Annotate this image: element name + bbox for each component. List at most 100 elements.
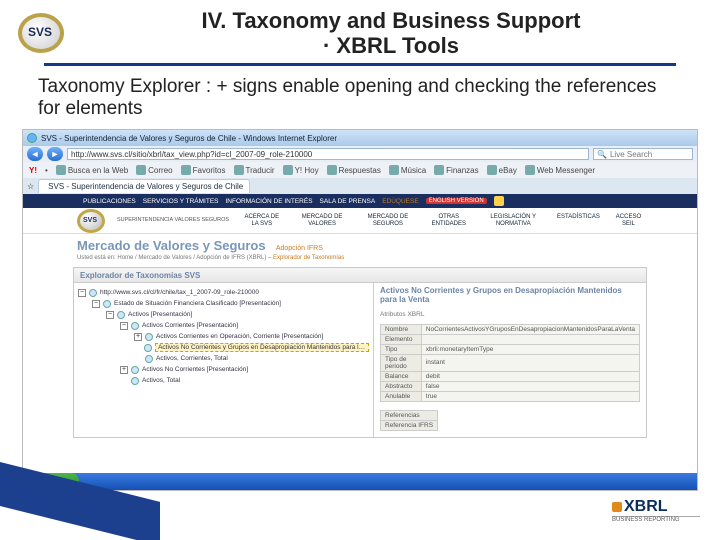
menu-item[interactable]: LEGISLACIÓN Y NORMATIVA <box>483 214 543 227</box>
toolbar-item-finance[interactable]: Finanzas <box>434 165 478 175</box>
expand-icon[interactable]: + <box>120 366 128 374</box>
toolbar-label: Favoritos <box>193 166 226 175</box>
topnav-item[interactable]: SALA DE PRENSA <box>320 198 376 205</box>
title-line1: IV. Taxonomy and Business Support <box>202 8 581 33</box>
tree-node[interactable]: Activos, Total <box>78 375 369 386</box>
english-version-button[interactable]: ENGLISH VERSION <box>426 198 487 204</box>
collapse-icon[interactable]: − <box>120 322 128 330</box>
toolbar-item-answers[interactable]: Respuestas <box>327 165 381 175</box>
toolbar-label: Y! Hoy <box>295 166 319 175</box>
tree-node[interactable]: −http://www.svs.cl/cl/fr/chile/tax_1_200… <box>78 287 369 298</box>
svs-logo <box>14 12 68 54</box>
url-text: http://www.svs.cl/sitio/xbrl/tax_view.ph… <box>71 150 312 159</box>
news-icon <box>283 165 293 175</box>
toolbar-label: Respuestas <box>339 166 381 175</box>
web-page: PUBLICACIONES SERVICIOS Y TRÁMITES INFOR… <box>23 194 697 473</box>
taxonomy-tree: −http://www.svs.cl/cl/fr/chile/tax_1_200… <box>74 283 374 437</box>
toolbar-item-translate[interactable]: Traducir <box>234 165 275 175</box>
topnav-item[interactable]: PUBLICACIONES <box>83 198 136 205</box>
table-row: Balancedebit <box>381 371 640 381</box>
slide-subtitle: Taxonomy Explorer : + signs enable openi… <box>0 72 720 130</box>
page-heading: Mercado de Valores y Seguros <box>77 238 266 253</box>
expand-icon[interactable]: + <box>134 333 142 341</box>
toolbar-item-favorites[interactable]: Favoritos <box>181 165 226 175</box>
node-label: Activos No Corrientes [Presentación] <box>142 366 248 373</box>
toolbar-item-music[interactable]: Música <box>389 165 426 175</box>
tree-node[interactable]: + Activos No Corrientes [Presentación] <box>78 364 369 375</box>
menu-item[interactable]: ESTADÍSTICAS <box>557 214 600 227</box>
details-title: Activos No Corrientes y Grupos en Desapr… <box>380 287 640 305</box>
attr-name: Balance <box>381 371 422 381</box>
yahoo-logo[interactable]: Y! <box>29 166 37 175</box>
attr-value: instant <box>421 354 639 371</box>
table-row: Tipo de periodoinstant <box>381 354 640 371</box>
tree-node[interactable]: − Activos [Presentación] <box>78 309 369 320</box>
toolbar-search-button[interactable]: Busca en la Web <box>56 165 128 175</box>
node-label: Estado de Situación Financiera Clasifica… <box>114 300 281 307</box>
star-icon <box>181 165 191 175</box>
ebay-icon <box>487 165 497 175</box>
node-label: Activos [Presentación] <box>128 311 192 318</box>
topnav-item-active[interactable]: EDÚQUESE <box>382 198 418 205</box>
menu-item[interactable]: OTRAS ENTIDADES <box>428 214 469 227</box>
attr-value: NoCorrientesActivosYGruposEnDesapropiaci… <box>421 324 639 334</box>
tree-node[interactable]: +Activos Corrientes en Operación, Corrie… <box>78 331 369 342</box>
attr-value <box>421 334 639 344</box>
attributes-label: Atributos XBRL <box>380 311 640 318</box>
node-label: Activos Corrientes [Presentación] <box>142 322 238 329</box>
tree-node[interactable]: − Estado de Situación Financiera Clasific… <box>78 298 369 309</box>
search-input[interactable]: 🔍 Live Search <box>593 148 693 160</box>
menu-item[interactable]: MERCADO DE VALORES <box>297 214 348 227</box>
title-line2: · XBRL Tools <box>323 33 459 58</box>
tree-node[interactable]: Activos, Corrientes, Total <box>78 353 369 364</box>
svs-page-logo[interactable] <box>77 209 105 233</box>
node-label: Activos, Corrientes, Total <box>156 355 228 362</box>
menu-item[interactable]: ACCESO SEIL <box>614 214 643 227</box>
menu-item[interactable]: MERCADO DE SEGUROS <box>362 214 415 227</box>
toolbar-search-label: Busca en la Web <box>68 166 128 175</box>
forward-button[interactable]: ► <box>47 147 63 161</box>
mail-icon <box>136 165 146 175</box>
back-button[interactable]: ◄ <box>27 147 43 161</box>
messenger-icon <box>525 165 535 175</box>
attr-value: debit <box>421 371 639 381</box>
ref-value: Referencia IFRS <box>381 420 438 430</box>
node-icon <box>131 366 139 374</box>
topnav-item[interactable]: SERVICIOS Y TRÁMITES <box>143 198 219 205</box>
table-row: Tipoxbrli:monetaryItemType <box>381 344 640 354</box>
toolbar-label: Correo <box>148 166 172 175</box>
explorer-title: Explorador de Taxonomías SVS <box>74 268 646 283</box>
toolbar-item-ebay[interactable]: eBay <box>487 165 517 175</box>
references-table: Referencias Referencia IFRS <box>380 410 438 431</box>
attr-name: Anulable <box>381 391 422 401</box>
attr-name: Tipo <box>381 344 422 354</box>
collapse-icon[interactable]: − <box>92 300 100 308</box>
browser-tab[interactable]: SVS - Superintendencia de Valores y Segu… <box>38 179 250 193</box>
xbrl-footer-logo: XBRL BUSINESS REPORTING <box>612 498 700 534</box>
collapse-icon[interactable]: − <box>78 289 86 297</box>
toolbar-label: Música <box>401 166 426 175</box>
attr-name: Elemento <box>381 334 422 344</box>
tree-node[interactable]: − Activos Corrientes [Presentación] <box>78 320 369 331</box>
accessibility-icon[interactable] <box>494 196 504 206</box>
collapse-icon[interactable]: − <box>106 311 114 319</box>
attr-name: Abstracto <box>381 381 422 391</box>
url-field[interactable]: http://www.svs.cl/sitio/xbrl/tax_view.ph… <box>67 148 589 160</box>
slide-title: IV. Taxonomy and Business Support · XBRL… <box>80 8 702 59</box>
toolbar-item-mail[interactable]: Correo <box>136 165 172 175</box>
translate-icon <box>234 165 244 175</box>
favorites-star-button[interactable]: ☆ <box>27 182 34 191</box>
breadcrumb: Usted está en: Home / Mercado de Valores… <box>23 255 697 265</box>
toolbar-item-messenger[interactable]: Web Messenger <box>525 165 595 175</box>
node-label-selected: Activos No Corrientes y Grupos en Desapr… <box>155 343 369 352</box>
toolbar-item-today[interactable]: Y! Hoy <box>283 165 319 175</box>
tree-node-selected[interactable]: Activos No Corrientes y Grupos en Desapr… <box>78 342 369 353</box>
table-row: Anulabletrue <box>381 391 640 401</box>
finance-icon <box>434 165 444 175</box>
topnav-item[interactable]: INFORMACIÓN DE INTERÉS <box>226 198 313 205</box>
breadcrumb-active: Explorador de Taxonomías <box>273 255 344 261</box>
node-icon <box>131 377 139 385</box>
menu-item[interactable]: ACERCA DE LA SVS <box>241 214 282 227</box>
svs-logo-caption: SUPERINTENDENCIA VALORES SEGUROS <box>117 218 229 224</box>
toolbar-label: eBay <box>499 166 517 175</box>
